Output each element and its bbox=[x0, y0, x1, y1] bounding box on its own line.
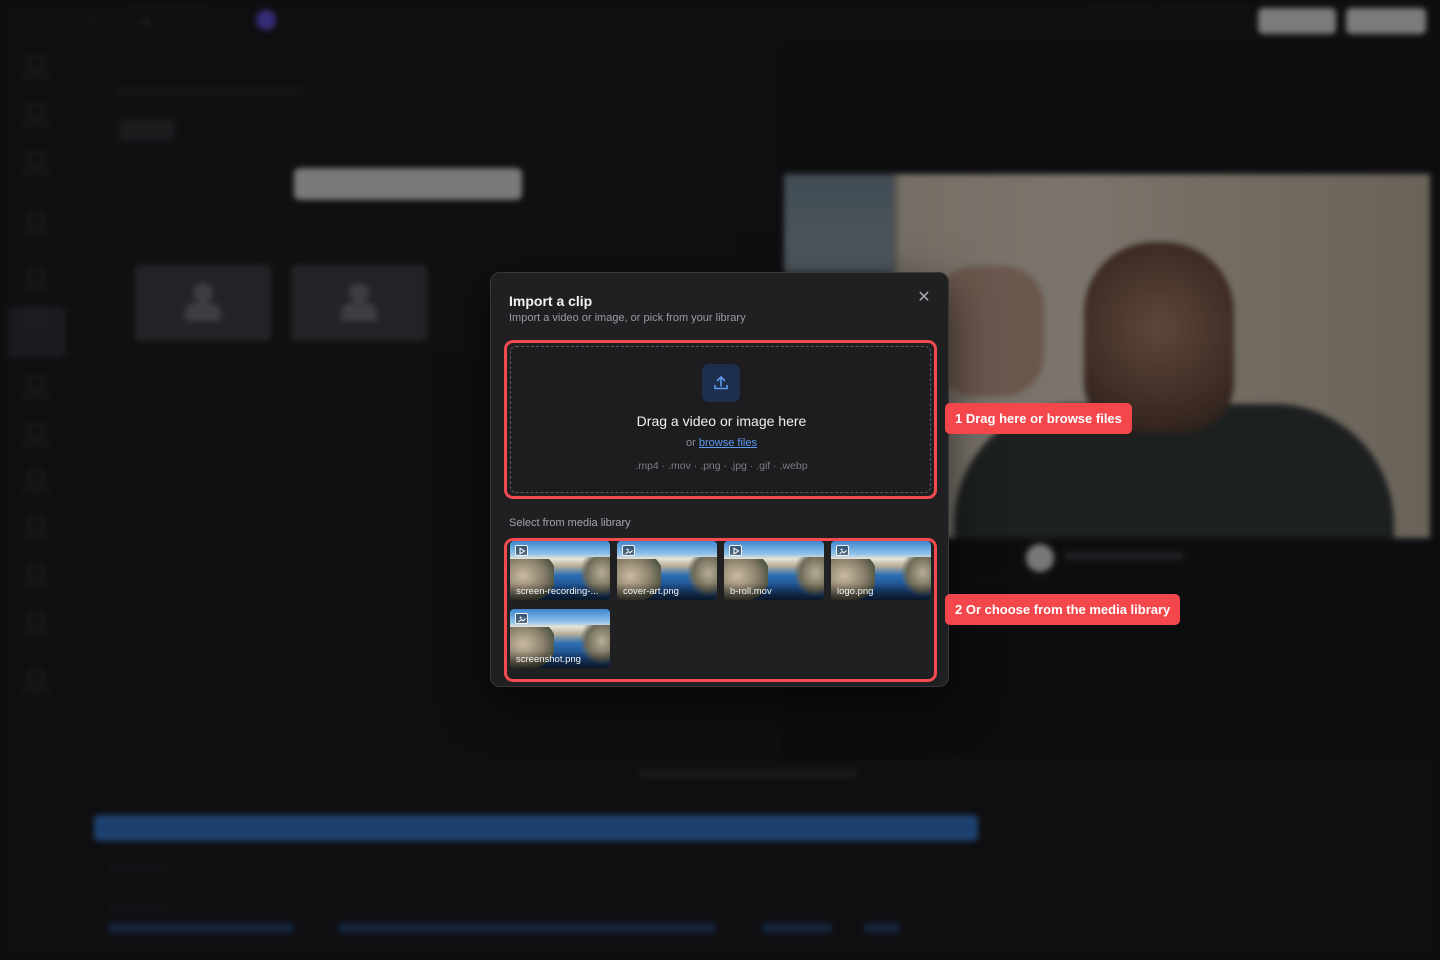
media-library-item[interactable]: cover-art.png bbox=[617, 541, 717, 600]
dropzone-or-line: or browse files bbox=[511, 437, 932, 449]
import-clip-dialog: Import a clip Import a video or image, o… bbox=[490, 272, 949, 687]
dialog-title: Import a clip bbox=[509, 293, 593, 309]
or-text: or bbox=[686, 437, 696, 449]
media-item-name: screenshot.png bbox=[510, 651, 610, 668]
video-icon bbox=[515, 545, 528, 556]
dialog-subtitle: Import a video or image, or pick from yo… bbox=[509, 312, 746, 324]
media-item-name: b-roll.mov bbox=[724, 583, 824, 600]
media-library-item[interactable]: logo.png bbox=[831, 541, 931, 600]
media-library-item[interactable]: b-roll.mov bbox=[724, 541, 824, 600]
media-library-label: Select from media library bbox=[509, 517, 631, 529]
callout-step-1: 1 Drag here or browse files bbox=[945, 403, 1132, 434]
video-icon bbox=[729, 545, 742, 556]
media-item-name: screen-recording-... bbox=[510, 583, 610, 600]
media-library-item[interactable]: screenshot.png bbox=[510, 609, 610, 668]
dropzone-text: Drag a video or image here bbox=[636, 413, 807, 429]
media-item-name: cover-art.png bbox=[617, 583, 717, 600]
image-icon bbox=[836, 545, 849, 556]
callout-step-2: 2 Or choose from the media library bbox=[945, 594, 1181, 625]
accepted-file-types: .mp4 · .mov · .png · .jpg · .gif · .webp bbox=[635, 460, 808, 472]
image-icon bbox=[515, 613, 528, 624]
file-dropzone[interactable]: Drag a video or image here or browse fil… bbox=[510, 346, 931, 493]
media-item-name: logo.png bbox=[831, 583, 931, 600]
upload-icon bbox=[702, 364, 740, 402]
browse-files-link[interactable]: browse files bbox=[699, 437, 757, 449]
media-library-item[interactable]: screen-recording-... bbox=[510, 541, 610, 600]
image-icon bbox=[622, 545, 635, 556]
close-icon[interactable]: ✕ bbox=[915, 289, 933, 307]
